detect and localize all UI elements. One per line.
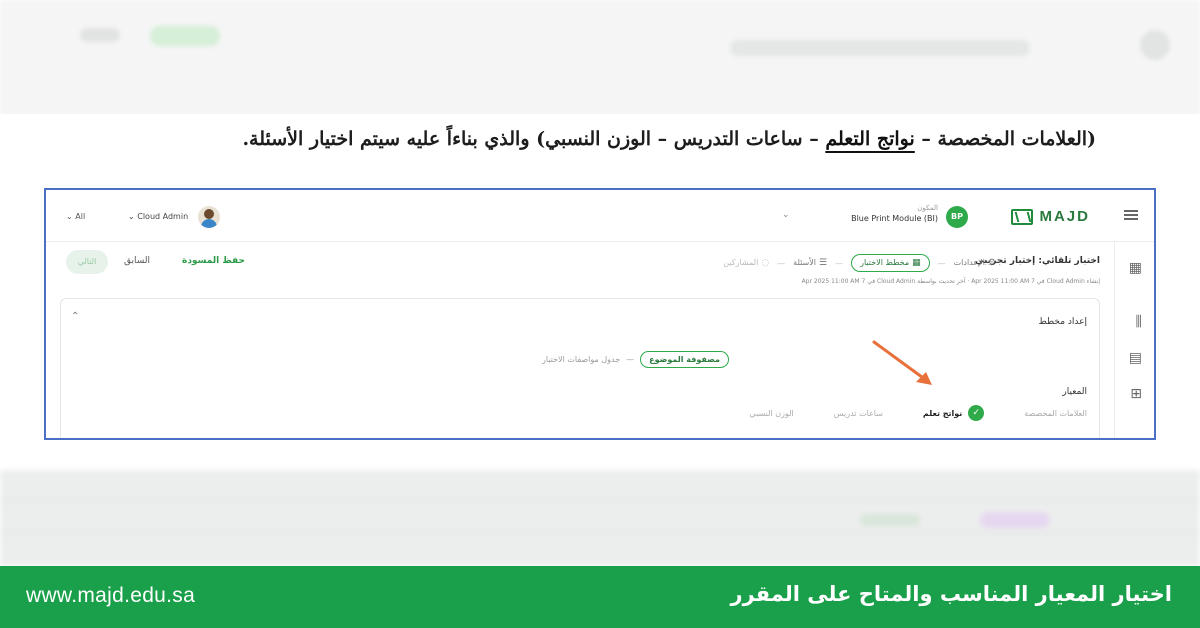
criteria-option-label: الوزن النسبي (749, 408, 794, 418)
next-button[interactable]: التالي (66, 250, 108, 274)
subtab-separator: — (626, 355, 635, 364)
module-avatar: BP (946, 206, 968, 228)
criteria-label: المعيار (1062, 387, 1087, 397)
subtab-topic-matrix[interactable]: مصفوفة الموضوع (640, 351, 729, 368)
previous-button[interactable]: السابق (124, 256, 150, 266)
criteria-relative-weight[interactable]: الوزن النسبي (749, 409, 793, 418)
step-label: المشاركين (723, 258, 759, 267)
blueprint-card: ⌃ إعداد مخطط مصفوفة الموضوع — جدول مواصف… (60, 298, 1100, 438)
step-separator: — (777, 258, 786, 268)
criteria-teaching-hours[interactable]: ساعات تدريس (834, 409, 883, 418)
criteria-learning-outcomes[interactable]: ✓ نواتج تعلم (922, 405, 985, 421)
blurred-background-top (0, 0, 1200, 118)
criteria-option-label: نواتج تعلم (922, 408, 963, 418)
save-draft-button[interactable]: حفظ المسودة (182, 256, 245, 266)
user-avatar[interactable] (198, 206, 220, 228)
step-participants[interactable]: ◌المشاركين (723, 258, 769, 268)
instruction-highlight: نواتج التعلم (825, 128, 915, 150)
step-blueprint[interactable]: ▦مخطط الاختبار (851, 254, 930, 272)
chevron-up-icon[interactable]: ⌃ (71, 311, 79, 322)
card-title: إعداد مخطط (1038, 317, 1087, 327)
instruction-text: (العلامات المخصصة – نواتج التعلم – ساعات… (96, 128, 1096, 150)
step-label: الإعدادات (953, 258, 985, 267)
chevron-down-icon[interactable]: ⌄ (782, 210, 790, 220)
user-name: Cloud Admin (137, 212, 189, 221)
criteria-option-label: ساعات تدريس (833, 408, 883, 418)
list-icon: ☰ (819, 258, 828, 268)
language-value: All (75, 212, 86, 221)
exam-header: اختبار تلقائي: إختبار تجريبي ⚙الإعدادات … (46, 242, 1114, 294)
dashboard-icon[interactable]: ▦ (1129, 260, 1142, 276)
sidebar: ▦ ⫼ ▤ ⊞ (1114, 242, 1154, 438)
screenshot-frame: MAJD BP المكون Blue Print Module (BI) ⌄ … (44, 188, 1156, 440)
logo-text: MAJD (1039, 208, 1090, 225)
criteria-options: العلامات المخصصة ✓ نواتج تعلم ساعات تدريس… (749, 405, 1087, 421)
instruction-rest: – ساعات التدريس – الوزن النسبي) والذي بن… (242, 128, 826, 150)
logo-mark-icon (1011, 208, 1034, 225)
majd-logo[interactable]: MAJD (1011, 208, 1090, 225)
gear-icon: ⚙ (987, 258, 996, 268)
top-bar: MAJD BP المكون Blue Print Module (BI) ⌄ … (46, 190, 1154, 242)
document-icon[interactable]: ▤ (1129, 350, 1142, 366)
footer-bar: www.majd.edu.sa اختيار المعيار المناسب و… (0, 566, 1200, 628)
wizard-steps: ⚙الإعدادات — ▦مخطط الاختبار — ☰الأسئلة —… (723, 254, 996, 272)
table-icon: ▦ (912, 258, 921, 268)
instruction-open: (العلامات المخصصة – (914, 128, 1096, 150)
step-separator: — (937, 258, 946, 268)
step-separator: — (835, 258, 844, 268)
website-link[interactable]: www.majd.edu.sa (26, 584, 195, 608)
step-label: مخطط الاختبار (860, 258, 910, 267)
step-label: الأسئلة (793, 258, 817, 267)
language-selector[interactable]: ⌄ All (66, 212, 85, 221)
step-questions[interactable]: ☰الأسئلة (793, 258, 827, 268)
module-label: المكون (917, 204, 938, 212)
users-icon: ◌ (761, 258, 770, 268)
menu-icon[interactable] (1124, 210, 1138, 220)
blurred-background-bottom (0, 470, 1200, 566)
footer-title: اختيار المعيار المناسب والمتاح على المقر… (730, 582, 1172, 606)
subtab-spec-table[interactable]: جدول مواصفات الاختبار (542, 355, 620, 364)
blueprint-subtabs: مصفوفة الموضوع — جدول مواصفات الاختبار (542, 351, 729, 368)
module-selector[interactable]: المكون Blue Print Module (BI) (798, 204, 938, 223)
module-value: Blue Print Module (BI) (851, 214, 938, 223)
step-settings[interactable]: ⚙الإعدادات (954, 258, 996, 268)
library-icon[interactable]: ⫼ (1136, 314, 1142, 330)
user-menu[interactable]: ⌄ Cloud Admin (128, 212, 188, 221)
exam-meta: إنشاء Cloud Admin في 7 Apr 2025 11:00 AM… (801, 278, 1100, 285)
check-icon: ✓ (968, 405, 985, 421)
criteria-option-label: العلامات المخصصة (1024, 408, 1087, 418)
pointer-arrow-icon (872, 340, 932, 385)
table-icon[interactable]: ⊞ (1130, 386, 1142, 402)
criteria-assigned-marks[interactable]: العلامات المخصصة (1024, 409, 1087, 418)
